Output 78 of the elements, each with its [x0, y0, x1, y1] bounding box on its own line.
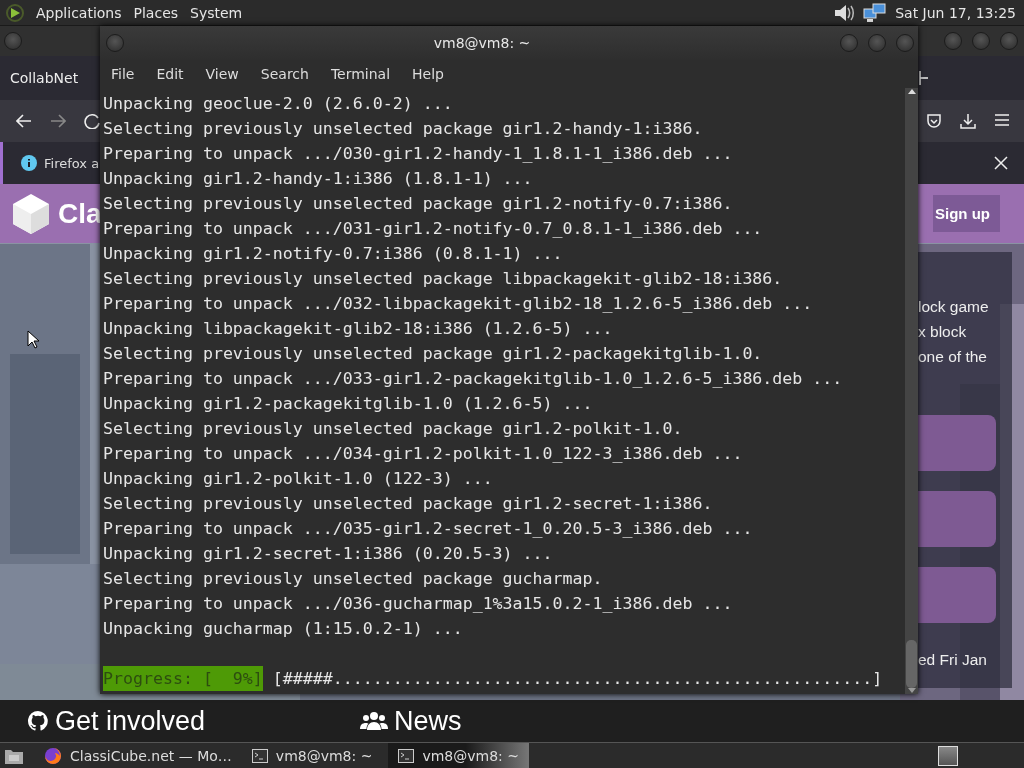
menu-item[interactable]: View — [194, 66, 250, 82]
info-icon — [21, 155, 37, 171]
panel-menu[interactable]: Places — [133, 4, 179, 21]
menu-item[interactable]: Search — [249, 66, 320, 82]
update-note: ed Fri Jan — [918, 650, 988, 670]
close-icon[interactable] — [994, 156, 1008, 170]
taskbar-item[interactable]: ClassiCube.net — Mo… — [34, 743, 242, 768]
terminal-line: Selecting previously unselected package gir1.2-handy-1:i386. — [103, 118, 704, 140]
panel-menu[interactable]: System — [190, 4, 243, 21]
window-menu-button[interactable] — [106, 34, 124, 52]
close-button[interactable] — [896, 34, 914, 52]
terminal-line: Selecting previously unselected package gir1.2-packagekitglib-1.0. — [103, 343, 764, 365]
progress-bar-text: [#####......................................................] — [272, 668, 883, 690]
terminal-line: Preparing to unpack .../030-gir1.2-handy-1_1.8.1-1_i386.deb ... — [103, 143, 734, 165]
maximize-button[interactable] — [868, 34, 886, 52]
menu-item[interactable]: Help — [401, 66, 455, 82]
firefox-icon — [44, 746, 62, 765]
terminal-line: Unpacking gucharmap (1:15.0.2-1) ... — [103, 618, 464, 640]
network-icon[interactable] — [863, 2, 888, 23]
minimize-button[interactable] — [840, 34, 858, 52]
menu-item[interactable]: Edit — [145, 66, 195, 82]
footer-link[interactable]: News — [394, 705, 462, 737]
maximize-button[interactable] — [972, 32, 990, 50]
scrollbar-thumb[interactable] — [906, 640, 917, 688]
intro-text: one of the — [918, 347, 988, 367]
terminal-line: Preparing to unpack .../033-gir1.2-packagekitglib-1.0_1.2.6-5_i386.deb ... — [103, 368, 844, 390]
terminal-line: Unpacking libpackagekit-glib2-18:i386 (1.2.6-5) ... — [103, 318, 614, 340]
download-icon[interactable] — [960, 113, 976, 129]
terminal-line: Unpacking gir1.2-notify-0.7:i386 (0.8.1-1) ... — [103, 243, 564, 265]
workspace-switcher[interactable] — [938, 745, 958, 766]
notification-text: Firefox a — [44, 155, 100, 171]
clock[interactable]: Sat Jun 17, 13:25 — [895, 4, 1016, 21]
terminal-line: Unpacking gir1.2-handy-1:i386 (1.8.1-1) ... — [103, 168, 534, 190]
taskbar-item[interactable]: vm8@vm8: ~ — [241, 743, 383, 768]
github-icon — [27, 710, 49, 732]
terminal-line: Unpacking gir1.2-packagekitglib-1.0 (1.2.6-5) ... — [103, 393, 594, 415]
browser-tab[interactable]: CollabNet — [10, 70, 79, 86]
intro-text: x block — [918, 322, 968, 342]
people-icon — [360, 711, 388, 731]
taskbar-item[interactable]: vm8@vm8: ~ — [388, 743, 529, 768]
terminal-line: Unpacking gir1.2-polkit-1.0 (122-3) ... — [103, 468, 494, 490]
terminal-line: Selecting previously unselected package gucharmap. — [103, 568, 604, 590]
terminal-line: Preparing to unpack .../032-libpackagekit-glib2-18_1.2.6-5_i386.deb ... — [103, 293, 814, 315]
terminal-line: Selecting previously unselected package gir1.2-polkit-1.0. — [103, 418, 684, 440]
scrollbar[interactable] — [905, 88, 918, 694]
site-logo-text[interactable]: Cla — [58, 197, 102, 230]
forward-icon[interactable] — [50, 114, 66, 128]
terminal-icon — [398, 748, 415, 763]
menu-item[interactable]: File — [100, 66, 146, 82]
terminal-line: Preparing to unpack .../035-gir1.2-secret-1_0.20.5-3_i386.deb ... — [103, 518, 754, 540]
back-icon[interactable] — [16, 114, 32, 128]
footer-link[interactable]: Get involved — [55, 705, 206, 737]
terminal-icon — [251, 748, 268, 763]
close-button[interactable] — [1000, 32, 1018, 50]
terminal-line: Preparing to unpack .../031-gir1.2-notify-0.7_0.8.1-1_i386.deb ... — [103, 218, 764, 240]
panel-menu[interactable]: Applications — [36, 4, 122, 21]
progress-label: Progress: [ 9%] — [103, 666, 263, 691]
menu-icon[interactable] — [994, 113, 1010, 127]
window-title: vm8@vm8: ~ — [432, 35, 532, 51]
window-menu-button[interactable] — [4, 32, 22, 50]
distro-logo-icon[interactable] — [6, 3, 24, 22]
terminal-line: Unpacking geoclue-2.0 (2.6.0-2) ... — [103, 93, 454, 115]
terminal-line: Selecting previously unselected package gir1.2-notify-0.7:i386. — [103, 193, 734, 215]
terminal-line: Selecting previously unselected package libpackagekit-glib2-18:i386. — [103, 268, 784, 290]
intro-text: lock game — [918, 297, 990, 317]
terminal-line: Unpacking gir1.2-secret-1:i386 (0.20.5-3) ... — [103, 543, 554, 565]
minimize-button[interactable] — [944, 32, 962, 50]
sign-up-link[interactable]: Sign up — [933, 195, 1000, 232]
pocket-icon[interactable] — [926, 113, 942, 129]
cube-logo-icon[interactable] — [12, 192, 50, 235]
terminal-line: Selecting previously unselected package gir1.2-secret-1:i386. — [103, 493, 714, 515]
terminal-line: Preparing to unpack .../036-gucharmap_1%3a15.0.2-1_i386.deb ... — [103, 593, 734, 615]
terminal-line: Preparing to unpack .../034-gir1.2-polkit-1.0_122-3_i386.deb ... — [103, 443, 744, 465]
volume-icon[interactable] — [833, 2, 856, 23]
reload-icon[interactable] — [84, 113, 100, 129]
mouse-pointer-icon — [27, 330, 39, 349]
menu-item[interactable]: Terminal — [319, 66, 402, 82]
new-tab-icon[interactable] — [918, 71, 928, 85]
